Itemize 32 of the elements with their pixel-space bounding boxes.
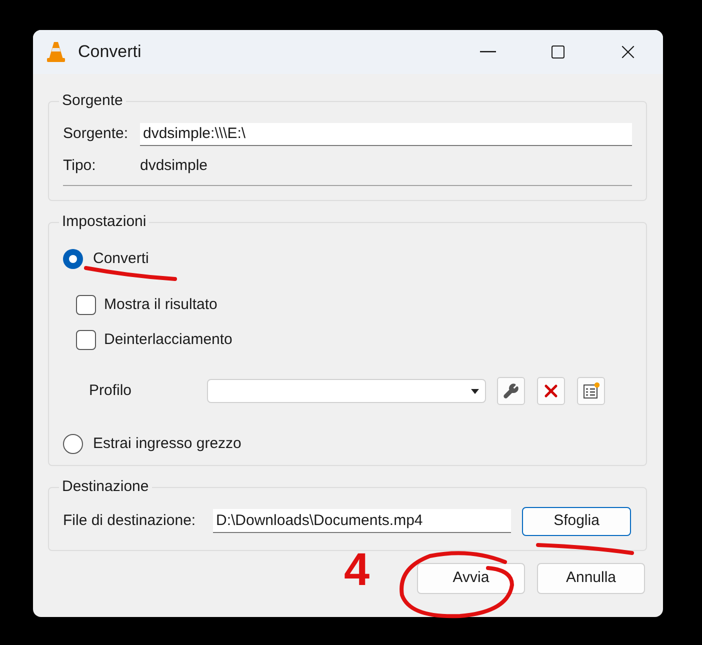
group-title: Sorgente (61, 91, 124, 111)
delete-profile-button[interactable] (537, 377, 565, 405)
type-label: Tipo: (63, 156, 97, 176)
profile-label: Profilo (89, 380, 133, 401)
annotation-number: 4 (344, 546, 370, 592)
dialog-button[interactable]: Avvia (417, 562, 525, 594)
traffic-cone-icon (46, 41, 66, 63)
checkbox[interactable] (76, 295, 96, 316)
radio-label: Converti (93, 248, 149, 268)
source-field[interactable]: dvdsimple:\\\E:\ (140, 122, 632, 146)
new-profile-button[interactable] (577, 377, 605, 405)
radio-button[interactable] (63, 434, 83, 454)
destination-field[interactable]: D:\Downloads\Documents.mp4 (213, 509, 511, 533)
checkbox-label: Mostra il risultato (104, 295, 218, 315)
minimize-icon (480, 51, 496, 53)
checkbox-label: Deinterlacciamento (104, 330, 232, 350)
edit-profile-button[interactable] (497, 377, 525, 405)
destination-label: File di destinazione: (63, 510, 197, 531)
radio-label: Estrai ingresso grezzo (93, 434, 242, 454)
radio-button[interactable] (63, 248, 83, 269)
window-title: Converti (78, 41, 142, 64)
source-label: Sorgente: (63, 124, 130, 144)
group-title: Destinazione (61, 477, 150, 497)
dialog-button[interactable]: Annulla (537, 562, 645, 594)
checkbox[interactable] (76, 330, 96, 350)
maximize-icon (550, 44, 566, 60)
wrench-icon (503, 383, 519, 399)
type-value: dvdsimple (140, 156, 208, 176)
browse-button[interactable]: Sfoglia (522, 506, 631, 536)
dropdown-arrow-icon (471, 388, 479, 394)
group-title: Impostazioni (61, 212, 148, 232)
list-icon (582, 382, 600, 400)
